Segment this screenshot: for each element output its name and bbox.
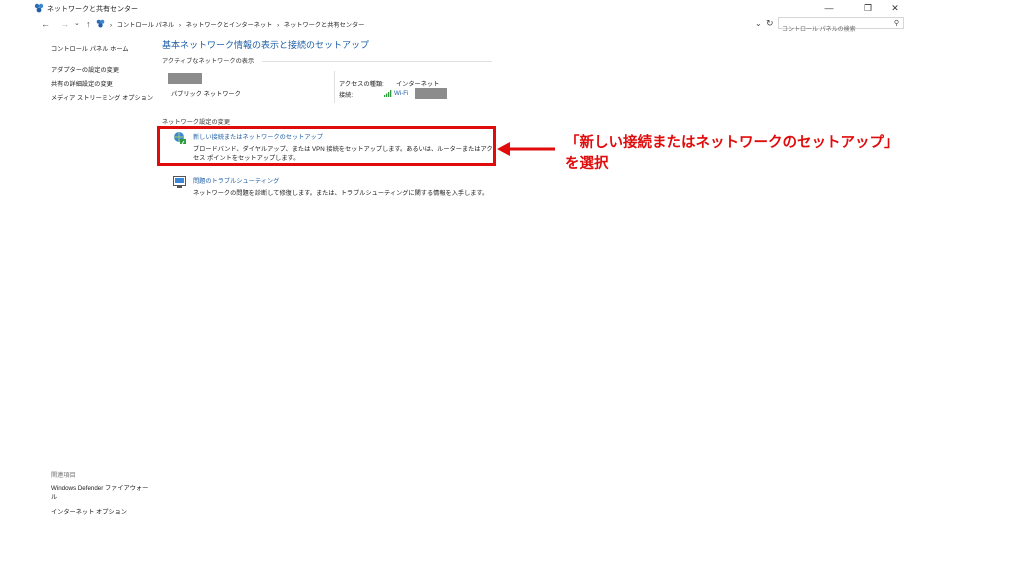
page-title: 基本ネットワーク情報の表示と接続のセットアップ bbox=[162, 40, 370, 50]
network-type: パブリック ネットワーク bbox=[171, 91, 241, 98]
sidebar-advanced-sharing-link[interactable]: 共有の詳細設定の変更 bbox=[51, 79, 113, 88]
annotation-callout: 「新しい接続またはネットワークのセットアップ」 を選択 bbox=[565, 133, 899, 175]
breadcrumb-separator: › bbox=[277, 22, 280, 29]
sidebar-firewall-link[interactable]: Windows Defender ファイアウォール bbox=[51, 484, 149, 502]
callout-line-1: 「新しい接続またはネットワークのセットアップ」 bbox=[565, 135, 899, 151]
sidebar-home-link[interactable]: コントロール パネル ホーム bbox=[51, 44, 129, 53]
sidebar-internet-options-link[interactable]: インターネット オプション bbox=[51, 507, 127, 516]
breadcrumb-network-internet[interactable]: ネットワークとインターネット bbox=[186, 22, 273, 29]
vertical-divider bbox=[334, 71, 335, 103]
active-networks-heading: アクティブなネットワークの表示 bbox=[162, 58, 255, 65]
control-panel-icon bbox=[96, 19, 105, 28]
connection-label: 接続: bbox=[339, 92, 354, 99]
related-heading: 関連項目 bbox=[51, 472, 76, 479]
annotation-arrow-icon bbox=[497, 142, 555, 156]
close-button[interactable]: ✕ bbox=[888, 2, 902, 14]
troubleshoot-link[interactable]: 問題のトラブルシューティング bbox=[193, 176, 279, 185]
recent-locations-button[interactable]: ⌄ bbox=[74, 19, 80, 29]
section-divider bbox=[262, 61, 492, 62]
up-button[interactable]: ↑ bbox=[86, 19, 91, 29]
breadcrumb: › コントロール パネル › ネットワークとインターネット › ネットワークと共… bbox=[110, 20, 367, 29]
maximize-button[interactable]: ❐ bbox=[861, 2, 875, 14]
network-name-redacted bbox=[168, 73, 202, 84]
forward-button[interactable]: → bbox=[60, 19, 69, 29]
wifi-signal-icon bbox=[384, 90, 392, 97]
title-bar: ネットワークと共有センター — ❐ ✕ bbox=[0, 0, 1024, 16]
access-type-label: アクセスの種類: bbox=[339, 81, 384, 88]
address-dropdown-button[interactable]: ⌄ bbox=[755, 19, 762, 28]
back-button[interactable]: ← bbox=[41, 19, 50, 29]
search-input[interactable] bbox=[779, 25, 887, 35]
wifi-connection-link[interactable]: Wi-Fi bbox=[394, 90, 408, 97]
highlight-box bbox=[157, 126, 496, 166]
search-box: ⚲ bbox=[778, 17, 904, 35]
troubleshoot-icon bbox=[173, 176, 186, 188]
refresh-button[interactable]: ↻ bbox=[766, 18, 774, 29]
sidebar-media-streaming-link[interactable]: メディア ストリーミング オプション bbox=[51, 93, 153, 102]
breadcrumb-control-panel[interactable]: コントロール パネル bbox=[117, 22, 174, 29]
minimize-button[interactable]: — bbox=[822, 2, 836, 14]
network-center-icon bbox=[34, 3, 44, 13]
window-title: ネットワークと共有センター bbox=[47, 6, 138, 13]
search-icon[interactable]: ⚲ bbox=[894, 19, 899, 27]
breadcrumb-separator: › bbox=[178, 22, 181, 29]
breadcrumb-sharing-center[interactable]: ネットワークと共有センター bbox=[284, 22, 364, 29]
change-settings-heading: ネットワーク設定の変更 bbox=[162, 119, 231, 126]
troubleshoot-description: ネットワークの問題を診断して修復します。または、トラブルシューティングに関する情… bbox=[193, 190, 489, 197]
ssid-redacted bbox=[415, 88, 447, 99]
breadcrumb-separator: › bbox=[110, 22, 113, 29]
callout-line-2: を選択 bbox=[565, 156, 609, 172]
access-type-value: インターネット bbox=[396, 81, 440, 88]
sidebar-adapter-settings-link[interactable]: アダプターの設定の変更 bbox=[51, 65, 119, 74]
